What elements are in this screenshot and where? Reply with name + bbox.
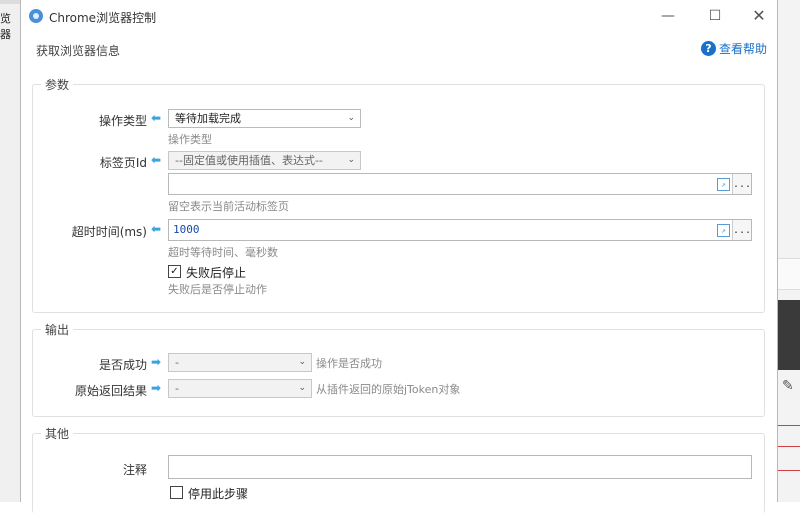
stop-on-fail-checkbox[interactable]: ✓ xyxy=(168,265,181,278)
chevron-down-icon: ⌄ xyxy=(298,357,306,367)
success-label: 是否成功 xyxy=(98,358,147,372)
arrow-left-icon: ⬅ xyxy=(151,153,162,167)
tab-id-mode-value: --固定值或使用插值、表达式-- xyxy=(175,154,323,167)
raw-result-output-value: - xyxy=(175,382,179,395)
page-subtitle: 获取浏览器信息 xyxy=(36,44,121,58)
params-group: 参数 操作类型 ⬅ 等待加载完成 ⌄ 操作类型 标签页Id ⬅ --固定值或使用… xyxy=(32,76,765,313)
raw-result-hint: 从插件返回的原始jToken对象 xyxy=(316,383,461,396)
comment-label: 注释 xyxy=(122,463,147,477)
arrow-left-icon: ⬅ xyxy=(151,222,162,236)
chevron-down-icon: ⌄ xyxy=(347,113,355,123)
output-group: 输出 是否成功 ➡ - ⌄ 操作是否成功 原始返回结果 ➡ - ⌄ 从插件返回的… xyxy=(32,321,765,417)
help-icon: ? xyxy=(701,41,716,56)
op-type-select[interactable]: 等待加载完成 ⌄ xyxy=(168,109,361,128)
background-text: 览器 xyxy=(0,12,11,41)
title-bar[interactable]: Chrome浏览器控制 — ☐ ✕ xyxy=(21,0,777,32)
background-app-right: ✎ xyxy=(778,0,800,502)
help-label: 查看帮助 xyxy=(719,42,768,56)
pencil-icon[interactable]: ✎ xyxy=(782,378,794,394)
chevron-down-icon: ⌄ xyxy=(298,383,306,393)
timeout-value: 1000 xyxy=(173,223,200,236)
expand-icon[interactable]: ↗ xyxy=(717,178,730,191)
close-button[interactable]: ✕ xyxy=(749,6,769,26)
arrow-right-icon: ➡ xyxy=(151,355,162,369)
disable-step-label[interactable]: 停用此步骤 xyxy=(188,485,248,502)
success-output-value: - xyxy=(175,356,179,369)
maximize-button[interactable]: ☐ xyxy=(705,6,725,26)
other-group-title: 其他 xyxy=(41,425,74,442)
more-button[interactable]: ... xyxy=(732,174,751,194)
op-type-label: 操作类型 xyxy=(98,114,147,128)
success-output-select[interactable]: - ⌄ xyxy=(168,353,312,372)
op-type-value: 等待加载完成 xyxy=(175,112,241,125)
stop-on-fail-hint: 失败后是否停止动作 xyxy=(168,283,267,296)
comment-input[interactable] xyxy=(168,455,752,479)
op-type-hint: 操作类型 xyxy=(168,133,212,146)
background-row xyxy=(778,258,800,290)
success-hint: 操作是否成功 xyxy=(316,357,382,370)
arrow-right-icon: ➡ xyxy=(151,381,162,395)
other-group: 其他 注释 停用此步骤 xyxy=(32,425,765,513)
background-dark-panel xyxy=(778,300,800,370)
more-button[interactable]: ... xyxy=(732,220,751,240)
background-divider xyxy=(778,425,800,426)
tab-id-hint: 留空表示当前活动标签页 xyxy=(168,200,289,213)
arrow-left-icon: ⬅ xyxy=(151,111,162,125)
background-divider xyxy=(778,470,800,471)
output-group-title: 输出 xyxy=(41,321,74,338)
timeout-label: 超时时间(ms) xyxy=(71,225,147,239)
app-icon xyxy=(29,9,43,23)
background-app-left: 览器 xyxy=(0,0,20,502)
disable-step-checkbox[interactable] xyxy=(170,486,183,499)
chrome-control-dialog: Chrome浏览器控制 — ☐ ✕ 获取浏览器信息 ? 查看帮助 参数 操作类型… xyxy=(20,0,778,513)
chevron-down-icon: ⌄ xyxy=(347,155,355,165)
raw-result-label: 原始返回结果 xyxy=(74,384,147,398)
minimize-button[interactable]: — xyxy=(658,6,678,26)
window-title: Chrome浏览器控制 xyxy=(49,11,157,25)
timeout-input[interactable]: 1000 ↗ ... xyxy=(168,219,752,241)
tab-id-input[interactable]: ↗ ... xyxy=(168,173,752,195)
help-link[interactable]: ? 查看帮助 xyxy=(701,40,767,57)
raw-result-output-select[interactable]: - ⌄ xyxy=(168,379,312,398)
timeout-hint: 超时等待时间、毫秒数 xyxy=(168,246,278,259)
tab-id-mode-select[interactable]: --固定值或使用插值、表达式-- ⌄ xyxy=(168,151,361,170)
background-divider xyxy=(778,446,800,447)
tab-id-label: 标签页Id xyxy=(99,156,147,170)
params-group-title: 参数 xyxy=(41,76,74,93)
stop-on-fail-label[interactable]: 失败后停止 xyxy=(186,264,246,281)
expand-icon[interactable]: ↗ xyxy=(717,224,730,237)
background-strip xyxy=(0,0,20,4)
